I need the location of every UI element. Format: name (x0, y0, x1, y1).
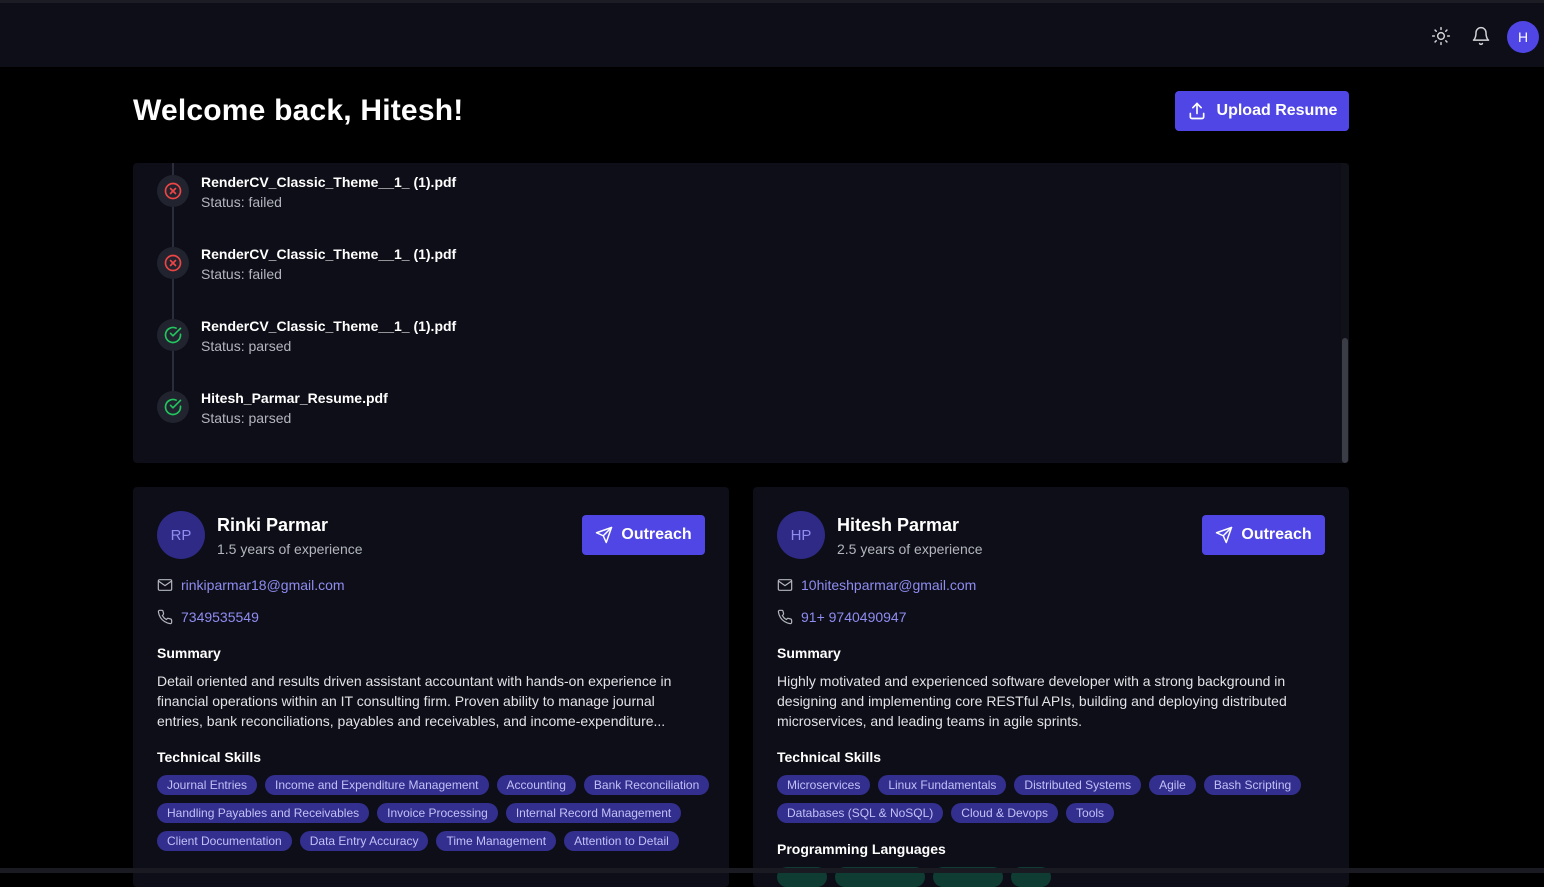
skills-list: Microservices Linux Fundamentals Distrib… (777, 775, 1337, 823)
outreach-label: Outreach (1241, 526, 1312, 543)
skill-chip: Distributed Systems (1014, 775, 1142, 795)
history-item[interactable]: RenderCV_Classic_Theme__1_ (1).pdf Statu… (157, 174, 757, 215)
history-file-name: RenderCV_Classic_Theme__1_ (1).pdf (201, 318, 457, 334)
candidate-summary: Highly motivated and experienced softwar… (777, 673, 1287, 729)
failed-icon (157, 247, 189, 279)
mail-icon (157, 579, 173, 591)
candidate-avatar: HP (777, 511, 825, 559)
candidate-email[interactable]: rinkiparmar18@gmail.com (181, 577, 345, 593)
candidate-experience: 1.5 years of experience (217, 541, 363, 557)
skill-chip: Linux Fundamentals (878, 775, 1007, 795)
phone-icon (157, 609, 173, 625)
candidate-summary: Detail oriented and results driven assis… (157, 673, 672, 729)
skill-chip: Internal Record Management (505, 803, 682, 823)
summary-heading: Summary (777, 645, 841, 661)
history-item[interactable]: RenderCV_Classic_Theme__1_ (1).pdf Statu… (157, 318, 757, 359)
history-status: Status: failed (201, 266, 282, 282)
skill-chip: Agile (1149, 775, 1196, 795)
skills-heading: Technical Skills (777, 749, 882, 765)
outreach-label: Outreach (621, 526, 692, 543)
history-status: Status: parsed (201, 410, 292, 426)
skill-chip: Accounting (496, 775, 576, 795)
history-status: Status: parsed (201, 338, 292, 354)
skill-chip: Time Management (436, 831, 557, 851)
candidate-card: RP Rinki Parmar 1.5 years of experience … (133, 487, 729, 887)
history-file-name: RenderCV_Classic_Theme__1_ (1).pdf (201, 246, 457, 262)
candidate-avatar: RP (157, 511, 205, 559)
candidate-phone[interactable]: 91+ 9740490947 (801, 609, 907, 625)
upload-resume-label: Upload Resume (1216, 102, 1338, 119)
email-row: rinkiparmar18@gmail.com (157, 575, 345, 595)
summary-heading: Summary (157, 645, 221, 661)
top-navbar: H (0, 0, 1544, 67)
user-avatar[interactable]: H (1507, 21, 1539, 53)
phone-row: 91+ 9740490947 (777, 607, 907, 627)
history-file-name: Hitesh_Parmar_Resume.pdf (201, 390, 388, 406)
candidate-phone[interactable]: 7349535549 (181, 609, 259, 625)
sun-icon[interactable] (1430, 25, 1452, 47)
phone-icon (777, 609, 793, 625)
candidate-name: Hitesh Parmar (837, 515, 960, 535)
skill-chip: Bank Reconciliation (583, 775, 710, 795)
skill-chip: Income and Expenditure Management (265, 775, 489, 795)
skill-chip: Journal Entries (157, 775, 258, 795)
candidate-name: Rinki Parmar (217, 515, 329, 535)
email-row: 10hiteshparmar@gmail.com (777, 575, 976, 595)
skill-chip: Microservices (777, 775, 871, 795)
history-item[interactable]: RenderCV_Classic_Theme__1_ (1).pdf Statu… (157, 246, 757, 287)
send-icon (1216, 526, 1233, 544)
skill-chip: Handling Payables and Receivables (157, 803, 370, 823)
skill-chip: Client Documentation (157, 831, 292, 851)
skill-chip: Databases (SQL & NoSQL) (777, 803, 944, 823)
skill-chip: Invoice Processing (377, 803, 498, 823)
skill-chip: Bash Scripting (1203, 775, 1302, 795)
history-file-name: RenderCV_Classic_Theme__1_ (1).pdf (201, 174, 457, 190)
send-icon (596, 526, 613, 544)
skills-heading: Technical Skills (157, 749, 262, 765)
skill-chip: Attention to Detail (564, 831, 679, 851)
candidate-email[interactable]: 10hiteshparmar@gmail.com (801, 577, 976, 593)
upload-icon (1189, 102, 1205, 120)
mail-icon (777, 579, 793, 591)
skill-chip: Cloud & Devops (951, 803, 1059, 823)
outreach-button[interactable]: Outreach (582, 515, 705, 555)
upload-resume-button[interactable]: Upload Resume (1175, 91, 1349, 131)
history-item[interactable]: Hitesh_Parmar_Resume.pdf Status: parsed (157, 390, 757, 431)
history-scrollbar-thumb[interactable] (1342, 338, 1348, 463)
check-circle-icon (157, 391, 189, 423)
page-title: Welcome back, Hitesh! (133, 94, 464, 127)
candidate-experience: 2.5 years of experience (837, 541, 983, 557)
candidate-card: HP Hitesh Parmar 2.5 years of experience… (753, 487, 1349, 887)
skill-chip: Data Entry Accuracy (299, 831, 429, 851)
bell-icon[interactable] (1470, 25, 1492, 47)
phone-row: 7349535549 (157, 607, 259, 627)
skills-list: Journal Entries Income and Expenditure M… (157, 775, 717, 851)
failed-icon (157, 175, 189, 207)
window-bottom-edge (0, 868, 1544, 873)
history-status: Status: failed (201, 194, 282, 210)
outreach-button[interactable]: Outreach (1202, 515, 1325, 555)
check-circle-icon (157, 319, 189, 351)
upload-history-panel[interactable]: RenderCV_Classic_Theme__1_ (1).pdf Statu… (133, 163, 1349, 463)
languages-heading: Programming Languages (777, 841, 946, 857)
skill-chip: Tools (1066, 803, 1115, 823)
